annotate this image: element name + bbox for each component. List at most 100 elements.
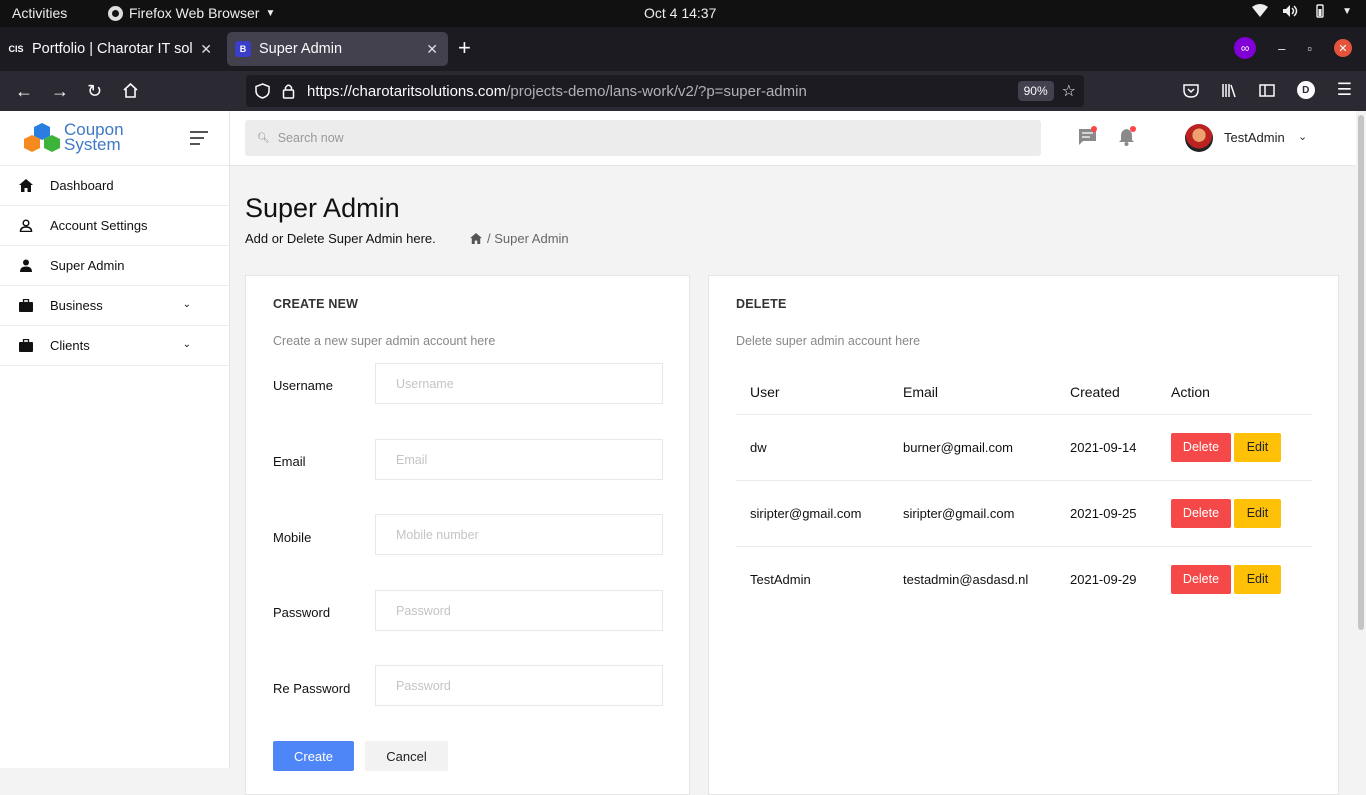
- column-header-created: Created: [1056, 370, 1157, 415]
- delete-button[interactable]: Delete: [1171, 498, 1231, 528]
- tab-title: Portfolio | Charotar IT sol: [32, 41, 193, 57]
- pocket-icon[interactable]: [1183, 83, 1199, 98]
- home-icon[interactable]: [122, 82, 139, 99]
- sidebar-toggle-icon[interactable]: [1259, 83, 1275, 98]
- logo-line2: System: [64, 135, 121, 154]
- url-text[interactable]: https://charotaritsolutions.com/projects…: [307, 83, 1018, 100]
- password-row: Password: [273, 590, 663, 632]
- table-row: dw burner@gmail.com 2021-09-14 Delete Edi…: [736, 414, 1312, 481]
- username-row: Username: [273, 363, 663, 405]
- lock-icon[interactable]: [282, 83, 295, 99]
- sidebar-item-super-admin[interactable]: Super Admin: [0, 246, 229, 286]
- email-label: Email: [273, 454, 306, 469]
- close-tab-icon[interactable]: ✕: [200, 41, 212, 58]
- search-box[interactable]: 🔍︎ Search now: [245, 120, 1041, 156]
- delete-card: DELETE Delete super admin account here U…: [708, 275, 1339, 795]
- library-icon[interactable]: [1221, 83, 1237, 98]
- app-menu[interactable]: Firefox Web Browser ▼: [108, 5, 275, 21]
- cell-created: 2021-09-29: [1070, 571, 1137, 587]
- navigation-toolbar: ← → ↻ https://charotaritsolutions.com/pr…: [0, 71, 1366, 111]
- notifications-badge: [1130, 126, 1136, 132]
- chevron-down-icon[interactable]: ⌄: [1298, 130, 1307, 143]
- cell-email: burner@gmail.com: [889, 414, 1056, 481]
- table-row: siripter@gmail.com siripter@gmail.com 20…: [736, 480, 1312, 547]
- re-password-input[interactable]: [375, 665, 663, 706]
- cis-favicon-icon: CIS: [8, 44, 24, 54]
- cell-action: Delete Edit: [1157, 546, 1312, 612]
- account-avatar-icon[interactable]: D: [1296, 81, 1315, 99]
- table-row: TestAdmin testadmin@asdasd.nl 2021-09-29…: [736, 546, 1312, 612]
- email-input[interactable]: [375, 439, 663, 480]
- reload-icon[interactable]: ↻: [87, 80, 102, 102]
- password-label: Password: [273, 605, 331, 620]
- column-header-email: Email: [889, 370, 1056, 415]
- sidebar-item-label: Super Admin: [50, 258, 125, 273]
- cell-created: 2021-09-25: [1056, 480, 1157, 547]
- url-bar[interactable]: https://charotaritsolutions.com/projects…: [246, 75, 1084, 107]
- briefcase-icon: [19, 339, 33, 352]
- system-top-bar: Activities Firefox Web Browser ▼ Oct 4 1…: [0, 0, 1366, 27]
- cell-action: Delete Edit: [1157, 480, 1312, 547]
- sidebar-item-label: Account Settings: [50, 218, 148, 233]
- new-tab-button[interactable]: +: [458, 37, 471, 59]
- bookmark-star-icon[interactable]: ☆: [1062, 81, 1076, 101]
- page-scrollbar[interactable]: [1358, 115, 1364, 630]
- card-description: Delete super admin account here: [736, 334, 921, 348]
- chevron-down-icon: ⌄: [182, 339, 191, 350]
- main-content: Super Admin Add or Delete Super Admin he…: [230, 166, 1356, 795]
- card-title: DELETE: [736, 297, 787, 311]
- url-host: https://charotaritsolutions.com: [307, 82, 507, 100]
- shield-icon[interactable]: [255, 83, 270, 99]
- create-button[interactable]: Create: [273, 741, 354, 771]
- app-menu-label: Firefox Web Browser: [129, 5, 260, 21]
- user-icon: [20, 259, 32, 272]
- tab-strip: CIS Portfolio | Charotar IT sol ✕ B Supe…: [0, 27, 1366, 71]
- tab-super-admin[interactable]: B Super Admin ✕: [227, 32, 448, 66]
- sidebar-toggle-button[interactable]: [190, 131, 208, 149]
- cancel-button[interactable]: Cancel: [365, 741, 448, 771]
- tab-title: Super Admin: [259, 41, 343, 57]
- menu-icon[interactable]: ☰: [1337, 80, 1352, 100]
- cell-email: testadmin@asdasd.nl: [903, 571, 1029, 587]
- back-arrow-icon[interactable]: ←: [15, 80, 33, 102]
- sidebar-item-dashboard[interactable]: Dashboard: [0, 166, 229, 206]
- url-path: /projects-demo/lans-work/v2/?p=super-adm…: [506, 82, 807, 100]
- maximize-button[interactable]: ▫: [1307, 41, 1312, 56]
- card-title: CREATE NEW: [273, 297, 359, 311]
- avatar[interactable]: [1185, 124, 1213, 152]
- re-password-row: Re Password: [273, 665, 663, 707]
- zoom-level-badge[interactable]: 90%: [1017, 81, 1054, 101]
- edit-button[interactable]: Edit: [1234, 432, 1281, 462]
- system-clock[interactable]: Oct 4 14:37: [644, 5, 716, 21]
- cell-created: 2021-09-14: [1056, 414, 1157, 481]
- sidebar-item-account-settings[interactable]: Account Settings: [0, 206, 229, 246]
- close-tab-icon[interactable]: ✕: [426, 41, 438, 58]
- edit-button[interactable]: Edit: [1234, 498, 1281, 528]
- system-tray[interactable]: ▼: [1252, 4, 1352, 18]
- messages-badge: [1091, 126, 1097, 132]
- forward-arrow-icon[interactable]: →: [51, 80, 69, 102]
- home-icon[interactable]: [470, 233, 482, 244]
- coupon-system-logo-icon: [24, 123, 60, 152]
- activities-button[interactable]: Activities: [12, 5, 67, 21]
- minimize-button[interactable]: –: [1278, 41, 1285, 56]
- brand-header: Coupon System: [0, 111, 229, 166]
- password-input[interactable]: [375, 590, 663, 631]
- close-window-button[interactable]: ✕: [1334, 39, 1352, 57]
- tab-portfolio[interactable]: CIS Portfolio | Charotar IT sol ✕: [0, 32, 222, 66]
- firefox-icon: [108, 5, 123, 21]
- top-header: 🔍︎ Search now TestAdmin ⌄: [230, 111, 1356, 166]
- username-input[interactable]: [375, 363, 663, 404]
- sidebar-item-clients[interactable]: Clients ⌄: [0, 326, 229, 366]
- delete-button[interactable]: Delete: [1171, 432, 1231, 462]
- sidebar-item-business[interactable]: Business ⌄: [0, 286, 229, 326]
- battery-icon: [1316, 4, 1324, 18]
- edit-button[interactable]: Edit: [1234, 564, 1281, 594]
- mobile-input[interactable]: [375, 514, 663, 555]
- user-name[interactable]: TestAdmin: [1224, 130, 1285, 145]
- column-header-action: Action: [1157, 370, 1312, 415]
- delete-button[interactable]: Delete: [1171, 564, 1231, 594]
- card-description: Create a new super admin account here: [273, 334, 496, 348]
- briefcase-icon: [19, 299, 33, 312]
- breadcrumb-current: / Super Admin: [487, 231, 569, 246]
